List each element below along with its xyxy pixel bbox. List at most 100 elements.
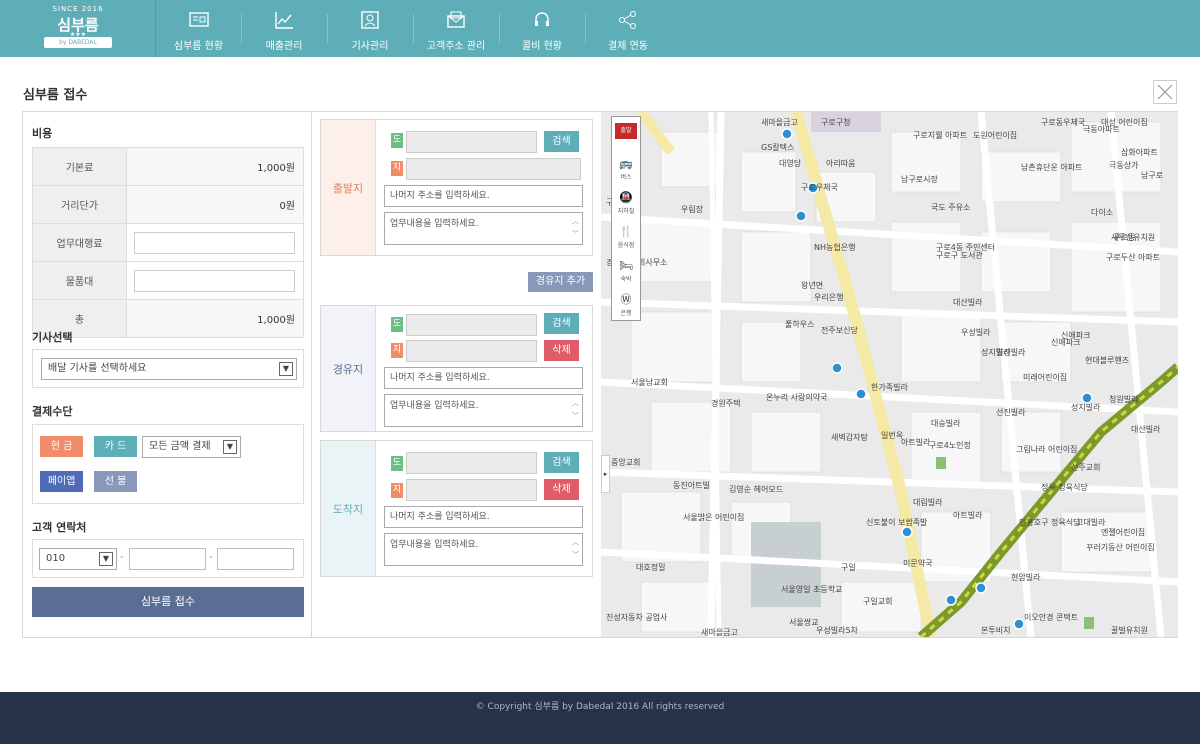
map-place-label: 미문약국 [903,559,933,568]
nav-item-customer-address[interactable]: 고객주소 관리 [413,0,499,57]
map-place-label: 진성자동차 공업사 [606,613,668,622]
map-place-label: 현암빌라 [1011,573,1041,582]
origin-work-placeholder: 업무내용을 입력하세요. [390,219,479,229]
share-icon [619,11,636,29]
origin-search-button[interactable]: 검색 [544,131,579,152]
origin-address-field [406,158,581,180]
waypoint-block: 경유지 도 검색 지 삭제 나머지 주소를 입력하세요. 업무내용을 입력하세요… [320,305,593,432]
map-roads [601,112,1178,637]
map-place-label: 정우 정육식당 [1041,483,1088,492]
waypoint-region-field [406,314,537,336]
map-place-label: 신애파크 [1051,338,1081,347]
do-tag: 도 [391,456,403,471]
footer-copyright: © Copyright 심부름 by Dabedal 2016 All righ… [475,702,725,712]
map-tool-bank[interactable]: Ⓦ 은행 [612,289,640,321]
phone-prefix-value: 010 [46,553,66,564]
map-tool-label: 숙박 [620,276,632,283]
waypoint-delete-button[interactable]: 삭제 [544,340,579,361]
nav-label: 기사관리 [351,41,389,52]
chevron-down-icon: ▼ [99,552,113,566]
payment-section-title: 결제수단 [32,405,73,418]
nav-item-drivers[interactable]: 기사관리 [327,0,413,57]
agency-fee-input[interactable] [134,231,295,254]
map-tool-label: 음식점 [617,242,635,249]
close-button[interactable] [1153,80,1177,104]
table-row: 총 1,000원 [32,299,304,338]
driver-box: 배달 기사를 선택하세요 ▼ [32,349,304,388]
scroll-arrows-icon[interactable]: ︿ ﹀ [572,397,579,423]
destination-search-button[interactable]: 검색 [544,452,579,473]
waypoint-work-textarea[interactable]: 업무내용을 입력하세요. ︿ ﹀ [384,394,583,427]
nav-item-sales[interactable]: 매출관리 [241,0,327,57]
left-panel: 비용 기본료 1,000원 거리단가 0원 업무대행료 물품대 총 1,000원 [23,112,312,637]
payment-box: 현 금 카 드 모든 금액 결제 ▼ 페이앱 선 불 [32,424,304,504]
card-payment-value: 모든 금액 결제 [149,441,211,452]
map-panel-toggle[interactable]: ▸ [601,455,610,493]
nav-label: 결제 연동 [608,41,648,52]
map-place-label: 서울영일 초등학교 [781,585,843,594]
origin-detail-address-input[interactable]: 나머지 주소를 입력하세요. [384,185,583,207]
map-place-label: 아트빌라 [901,438,931,447]
destination-work-textarea[interactable]: 업무내용을 입력하세요. ︿ ﹀ [384,533,583,566]
map-tool-label: 버스 [620,174,632,181]
ji-tag: 지 [391,483,403,498]
map-place-label: 동진아트빌 [673,481,710,490]
card-button[interactable]: 카 드 [94,436,137,457]
nav-label: 고객주소 관리 [426,41,486,52]
waypoint-detail-address-input[interactable]: 나머지 주소를 입력하세요. [384,367,583,389]
map-place-label: 그림나라 어린이집 [1016,445,1078,454]
destination-delete-button[interactable]: 삭제 [544,479,579,500]
map-place-label: 대산빌라 [953,298,983,307]
submit-errand-button[interactable]: 심부름 접수 [32,587,304,617]
goods-price-input[interactable] [134,269,295,292]
map-place-label: 풀하우스 [785,320,815,329]
map-tool-lodging[interactable]: 🛏 숙박 [612,255,640,287]
nav-item-payment-link[interactable]: 결제 연동 [585,0,671,57]
map-tool-bus[interactable]: 🚌 버스 [612,153,640,185]
map-place-label: 신토불이 보쌈족발 [866,518,928,527]
page-title: 심부름 접수 [23,88,88,103]
map-place-label: 본투비치 [981,626,1011,635]
phone-last-input[interactable] [217,548,294,570]
origin-work-textarea[interactable]: 업무내용을 입력하세요. ︿ ﹀ [384,212,583,245]
scroll-arrows-icon[interactable]: ︿ ﹀ [572,215,579,241]
cost-value: 0원 [126,185,304,224]
map-tool-restaurant[interactable]: 🍴 음식점 [612,221,640,253]
destination-detail-address-input[interactable]: 나머지 주소를 입력하세요. [384,506,583,528]
scroll-arrows-icon[interactable]: ︿ ﹀ [572,536,579,562]
nav-item-call-fee[interactable]: 콜비 현황 [499,0,585,57]
map-tool-start[interactable]: 출발 [612,119,640,151]
cost-table: 기본료 1,000원 거리단가 0원 업무대행료 물품대 총 1,000원 [32,147,304,338]
map-place-label: 청원빌라 [1109,395,1139,404]
prepaid-button[interactable]: 선 불 [94,471,137,492]
id-card-icon [361,11,379,29]
ji-tag: 지 [391,161,403,176]
chevron-down-icon: ▼ [279,362,293,376]
driver-select[interactable]: 배달 기사를 선택하세요 ▼ [41,358,297,380]
map-view[interactable]: GS칼텍스 대영당 아리따움 구로지웰 아파트 도원어린이집 극동아파트 극동상가 남촌휴단운… [601,112,1178,637]
map-place-label: 남촌휴단운 아파트 [1021,163,1083,172]
headset-icon [535,12,549,26]
payapp-button[interactable]: 페이앱 [40,471,83,492]
map-place-label: GS칼텍스 [761,143,795,152]
waypoint-search-button[interactable]: 검색 [544,313,579,334]
map-tool-subway[interactable]: 🚇 지하철 [612,187,640,219]
cash-button[interactable]: 현 금 [40,436,83,457]
map-place-label: 서울밝은 어린이집 [683,513,745,522]
nav-item-errand-status[interactable]: 심부름 현황 [156,0,241,57]
map-place-label: 아트빌라 [953,511,983,520]
map-place-label: 남구로 [1141,171,1164,180]
phone-prefix-select[interactable]: 010 ▼ [39,548,117,570]
map-place-label: 새마을금고 [701,628,738,637]
map-place-label: 선진빌라 [996,408,1026,417]
map-place-label: 국도 주유소 [931,203,971,212]
phone-middle-input[interactable] [129,548,206,570]
card-payment-select[interactable]: 모든 금액 결제 ▼ [142,436,241,458]
waypoint-work-placeholder: 업무내용을 입력하세요. [390,401,479,411]
map-place-label: 우림장 [681,205,704,214]
map-place-label: 새두산유치원 [1111,233,1156,242]
monitor-list-icon [188,12,209,27]
add-waypoint-button[interactable]: 경유지 추가 [528,272,593,292]
brand-logo[interactable]: SINCE 2016 심부름 ★★★ by DABEDAL [0,0,156,57]
map-place-label: 영진빌라 [996,348,1026,357]
